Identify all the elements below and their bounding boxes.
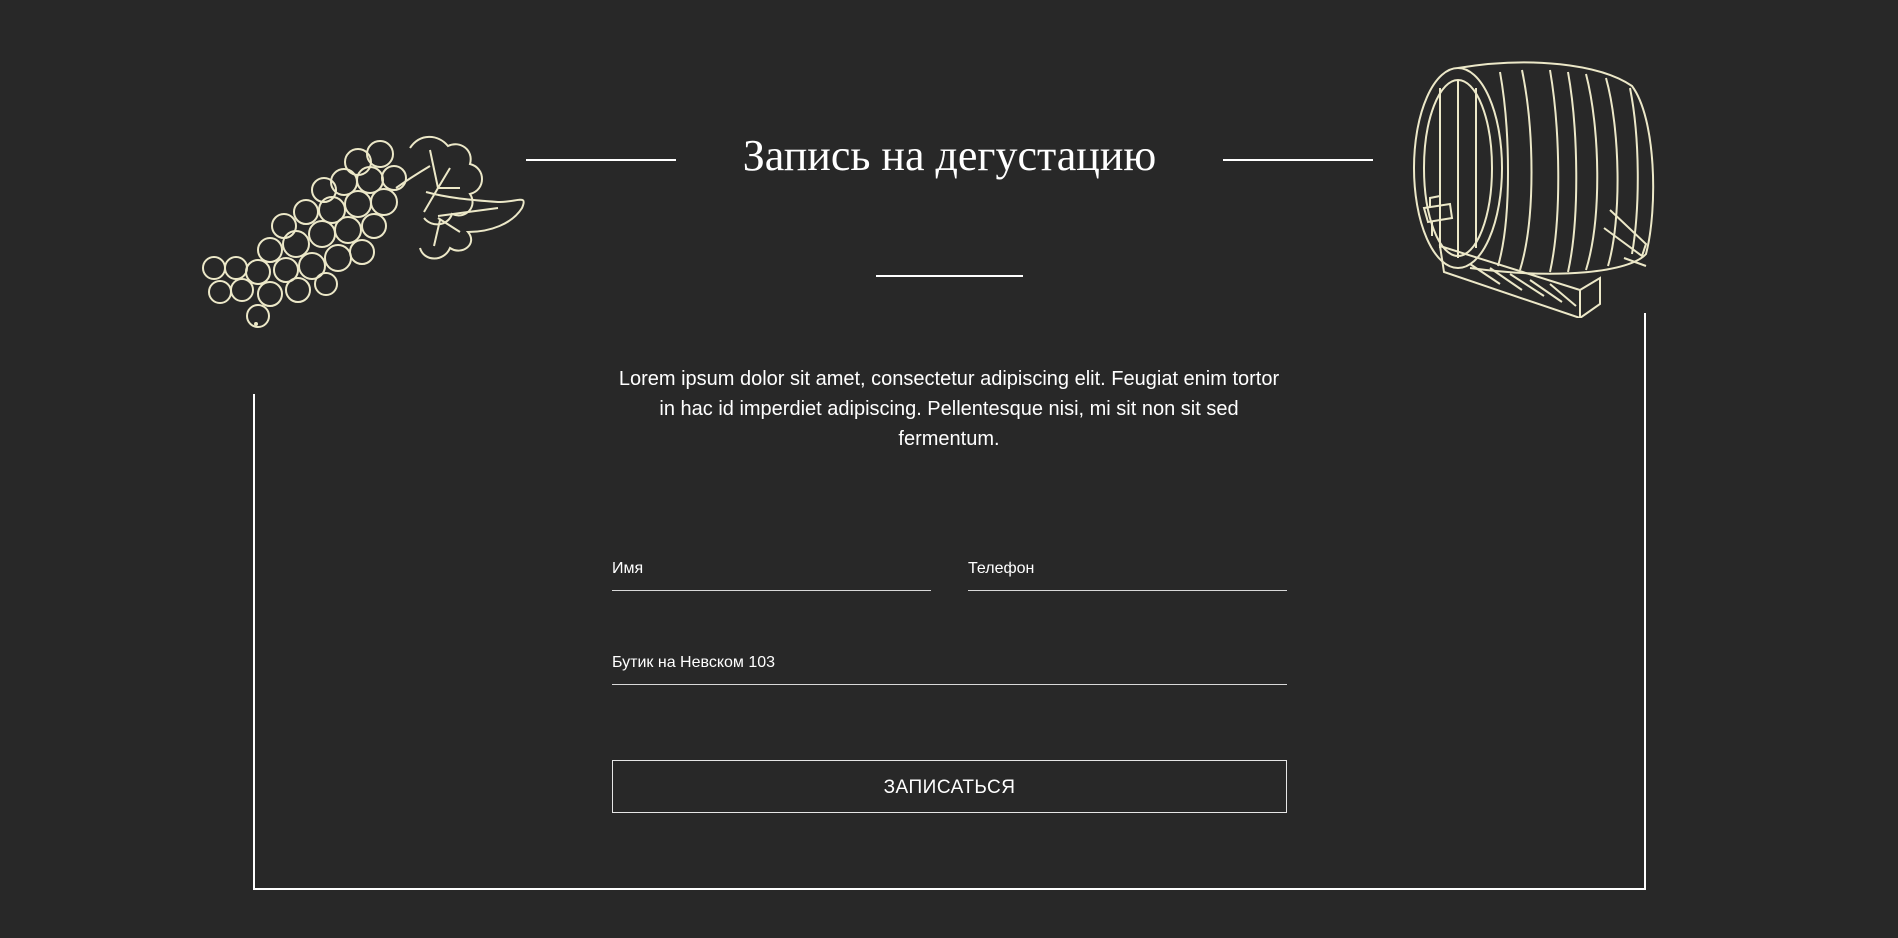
name-input[interactable] xyxy=(612,547,931,590)
store-input[interactable] xyxy=(612,641,1287,684)
frame-border-left xyxy=(253,394,255,890)
store-field-wrapper xyxy=(612,641,1287,685)
frame-border-right xyxy=(1644,313,1646,890)
page-title: Запись на дегустацию xyxy=(742,131,1157,180)
phone-field-wrapper xyxy=(968,547,1287,591)
intro-text: Lorem ipsum dolor sit amet, consectetur … xyxy=(618,368,1280,450)
barrel-icon xyxy=(1413,61,1655,318)
title-divider-right xyxy=(1223,159,1373,161)
frame-border-bottom xyxy=(253,888,1646,890)
title-divider-left xyxy=(526,159,676,161)
title-underline xyxy=(876,275,1023,277)
phone-input[interactable] xyxy=(968,547,1287,590)
grapes-icon xyxy=(202,135,525,328)
name-field-wrapper xyxy=(612,547,931,591)
submit-button[interactable]: ЗАПИСАТЬСЯ xyxy=(612,760,1287,813)
